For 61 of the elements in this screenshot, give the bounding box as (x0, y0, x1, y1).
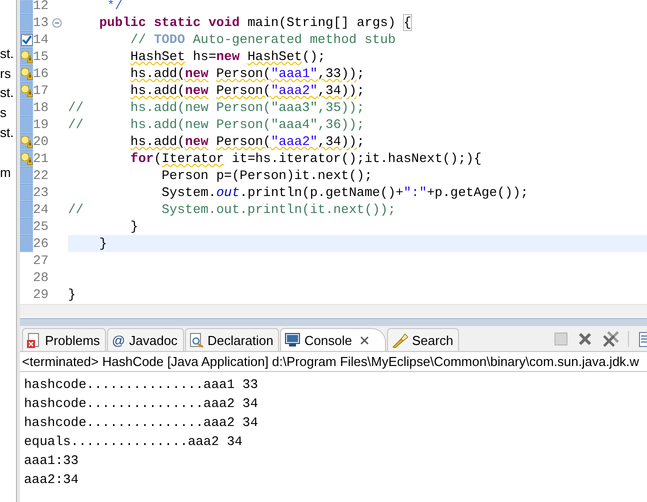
tree-item-text[interactable]: m (0, 165, 11, 180)
line-number: 28 (33, 270, 50, 285)
code-line: for(Iterator it=hs.iterator();it.hasNext();){ (129, 150, 483, 167)
panel-tab[interactable]: Search (387, 328, 460, 351)
line-number: 27 (33, 253, 50, 268)
line-number: 17 (33, 83, 50, 98)
at-sign-icon: @ (112, 332, 126, 348)
code-line: System.out.println(p.getName()+":"+p.getAge()); (160, 184, 530, 201)
console-output-line: aaa2:34 (24, 471, 79, 489)
line-number: 21 (33, 151, 50, 166)
code-line: HashSet hs=new HashSet(); (129, 48, 326, 65)
remove-all-icon[interactable] (602, 331, 620, 347)
close-icon[interactable] (360, 336, 370, 344)
tree-item-text[interactable]: rs (0, 66, 11, 81)
line-number: 19 (33, 117, 50, 132)
horizontal-scrollbar[interactable] (20, 304, 647, 317)
code-line: hs.add(new Person("aaa1",33)); (129, 65, 366, 82)
console-output-line: hashcode...............aaa1 33 (24, 376, 258, 394)
code-line: hs.add(new Person("aaa2",34)); (129, 133, 366, 150)
line-number: 23 (33, 185, 50, 200)
code-line: // hs.add(new Person("aaa3",35)); (68, 99, 366, 116)
line-number: 12 (33, 0, 50, 13)
line-number: 18 (33, 100, 50, 115)
code-line: // System.out.println(it.next()); (68, 201, 397, 218)
line-number: 13 (33, 15, 50, 30)
flashlight-icon (392, 332, 408, 348)
code-line: } (129, 218, 140, 235)
line-number: 24 (33, 202, 50, 217)
remove-icon[interactable] (578, 332, 592, 346)
code-line: public static void main(String[] args) { (98, 14, 412, 31)
code-line: // TODO Auto-generated method stub (129, 31, 397, 48)
line-number: 25 (33, 219, 50, 234)
code-line: // hs.add(new Person("aaa4",36)); (68, 116, 366, 133)
line-number: 26 (33, 236, 50, 251)
console-header: <terminated> HashCode [Java Application] d:\Program Files\MyEclipse\Common\binary\com.sun.java.jdk.w (20, 352, 647, 372)
console-output-line: equals...............aaa2 34 (24, 433, 242, 451)
code-line: hs.add(new Person("aaa2",34)); (129, 82, 366, 99)
line-number: 20 (33, 134, 50, 149)
tree-item-text[interactable]: st. (0, 85, 14, 100)
panel-tab[interactable]: Declaration (184, 328, 280, 351)
console-output-line: aaa1:33 (24, 452, 79, 470)
code-line: } (68, 286, 77, 303)
collapse-icon[interactable] (52, 18, 62, 28)
panel-tab[interactable]: @ Javadoc (106, 328, 184, 351)
panel-tab[interactable]: Console (280, 328, 386, 351)
line-number: 29 (33, 287, 50, 302)
panel-tab[interactable]: Problems (22, 328, 106, 351)
tree-item-text[interactable]: st. (0, 125, 14, 140)
line-number: 16 (33, 66, 50, 81)
line-number: 14 (33, 32, 50, 47)
tree-item-text[interactable]: s (0, 105, 6, 120)
problems-icon (27, 332, 41, 348)
console-output-line: hashcode...............aaa2 34 (24, 395, 258, 413)
page-icon[interactable] (639, 332, 647, 346)
tree-item-text[interactable]: st. (0, 46, 14, 61)
console-output-line: hashcode...............aaa2 34 (24, 414, 258, 432)
line-number: 15 (33, 49, 50, 64)
line-number: 22 (33, 168, 50, 183)
code-line: Person p=(Person)it.next(); (160, 167, 374, 184)
declaration-icon (190, 332, 204, 348)
monitor-icon (285, 333, 300, 347)
